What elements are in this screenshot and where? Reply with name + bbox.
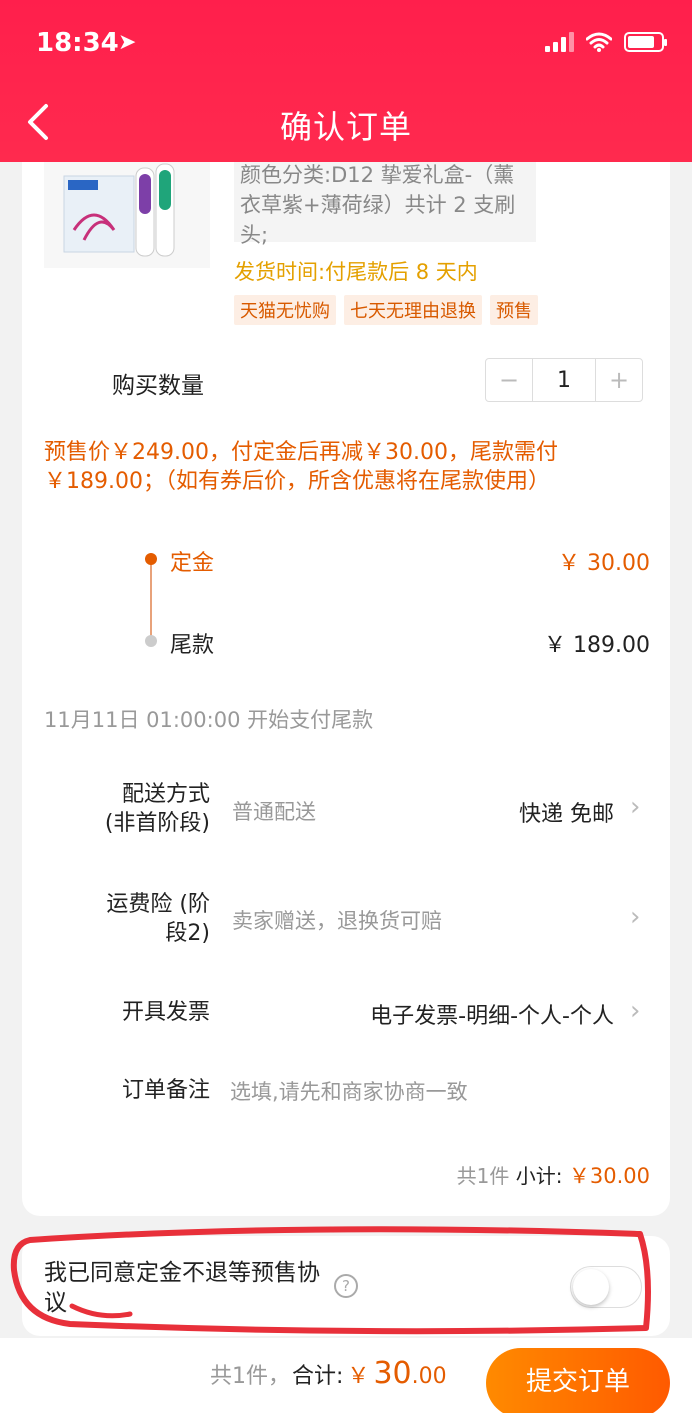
help-icon[interactable]: ?: [334, 1274, 358, 1298]
quantity-label: 购买数量: [112, 373, 204, 399]
bottom-bar: 共1件， 合计: ￥ 30 .00 提交订单: [0, 1338, 692, 1413]
product-image[interactable]: [44, 150, 210, 268]
tag-seven-day-return: 七天无理由退换: [344, 295, 482, 325]
signal-icon: [545, 32, 574, 52]
tag-presale: 预售: [490, 295, 538, 325]
delivery-method[interactable]: 快递 免邮: [519, 796, 614, 828]
battery-icon: [624, 32, 667, 52]
subtotal-count: 共1件: [456, 1164, 510, 1188]
header-bar: 18:34 ➤ 确认订单: [0, 0, 692, 162]
toggle-knob: [573, 1269, 609, 1305]
order-card: 颜色分类:D12 挚爱礼盒-（薰衣草紫+薄荷绿）共计 2 支刷头; 发货时间:付…: [22, 140, 670, 1216]
total-decimals: .00: [411, 1364, 447, 1389]
total-amount: 30: [373, 1356, 412, 1391]
quantity-plus-button[interactable]: +: [596, 359, 642, 401]
order-note-label: 订单备注: [121, 1078, 210, 1103]
wifi-icon: [586, 32, 612, 52]
subtotal: 共1件 小计: ￥30.00: [457, 1160, 650, 1190]
agreement-text: 我已同意定金不退等预售协议: [44, 1260, 320, 1316]
subtotal-label: 小计:: [515, 1164, 563, 1188]
invoice-value[interactable]: 电子发票-明细-个人-个人: [370, 998, 614, 1030]
service-tags: 天猫无忧购 七天无理由退换 预售: [234, 295, 538, 325]
status-time: 18:34: [36, 28, 119, 58]
sku-description: 颜色分类:D12 挚爱礼盒-（薰衣草紫+薄荷绿）共计 2 支刷头;: [234, 154, 536, 247]
total-label: 合计:: [292, 1364, 344, 1389]
quantity-value[interactable]: 1: [532, 359, 596, 401]
tag-worry-free: 天猫无忧购: [234, 295, 336, 325]
subtotal-value: ￥30.00: [568, 1164, 650, 1188]
agreement-card: 我已同意定金不退等预售协议 ?: [22, 1236, 670, 1336]
quantity-stepper: − 1 +: [485, 358, 643, 402]
submit-order-button[interactable]: 提交订单: [486, 1348, 670, 1413]
deposit-amount: ￥ 30.00: [558, 551, 650, 576]
location-arrow-icon: ➤: [118, 30, 137, 55]
payment-timeline-line: [150, 560, 152, 640]
deposit-dot: [145, 553, 157, 565]
status-icons: [545, 32, 667, 52]
delivery-chevron-icon[interactable]: ›: [630, 792, 640, 822]
invoice-label: 开具发票: [121, 1000, 210, 1025]
insurance-chevron-icon[interactable]: ›: [630, 902, 640, 932]
invoice-chevron-icon[interactable]: ›: [630, 996, 640, 1026]
final-dot: [145, 635, 157, 647]
total-currency: ￥: [347, 1364, 370, 1389]
insurance-label: 运费险 (阶 段2): [106, 892, 210, 946]
delivery-value: 普通配送: [232, 800, 316, 824]
presale-notice: 预售价￥249.00，付定金后再减￥30.00，尾款需付￥189.00；（如有券…: [44, 440, 558, 494]
order-note-input[interactable]: 选填,请先和商家协商一致: [230, 1076, 468, 1106]
deposit-label: 定金: [170, 551, 215, 576]
ship-time: 发货时间:付尾款后 8 天内: [234, 260, 478, 284]
delivery-label: 配送方式 (非首阶段): [104, 782, 210, 836]
final-label: 尾款: [170, 633, 215, 658]
total-count: 共1件，: [210, 1364, 290, 1389]
final-amount: ￥ 189.00: [544, 633, 650, 658]
final-pay-start: 11月11日 01:00:00 开始支付尾款: [44, 708, 374, 732]
total-summary: 共1件， 合计: ￥ 30 .00: [210, 1356, 447, 1391]
insurance-value: 卖家赠送，退换货可赔: [232, 909, 442, 933]
page-title: 确认订单: [279, 108, 412, 146]
quantity-minus-button[interactable]: −: [486, 359, 532, 401]
agreement-toggle[interactable]: [570, 1266, 642, 1308]
